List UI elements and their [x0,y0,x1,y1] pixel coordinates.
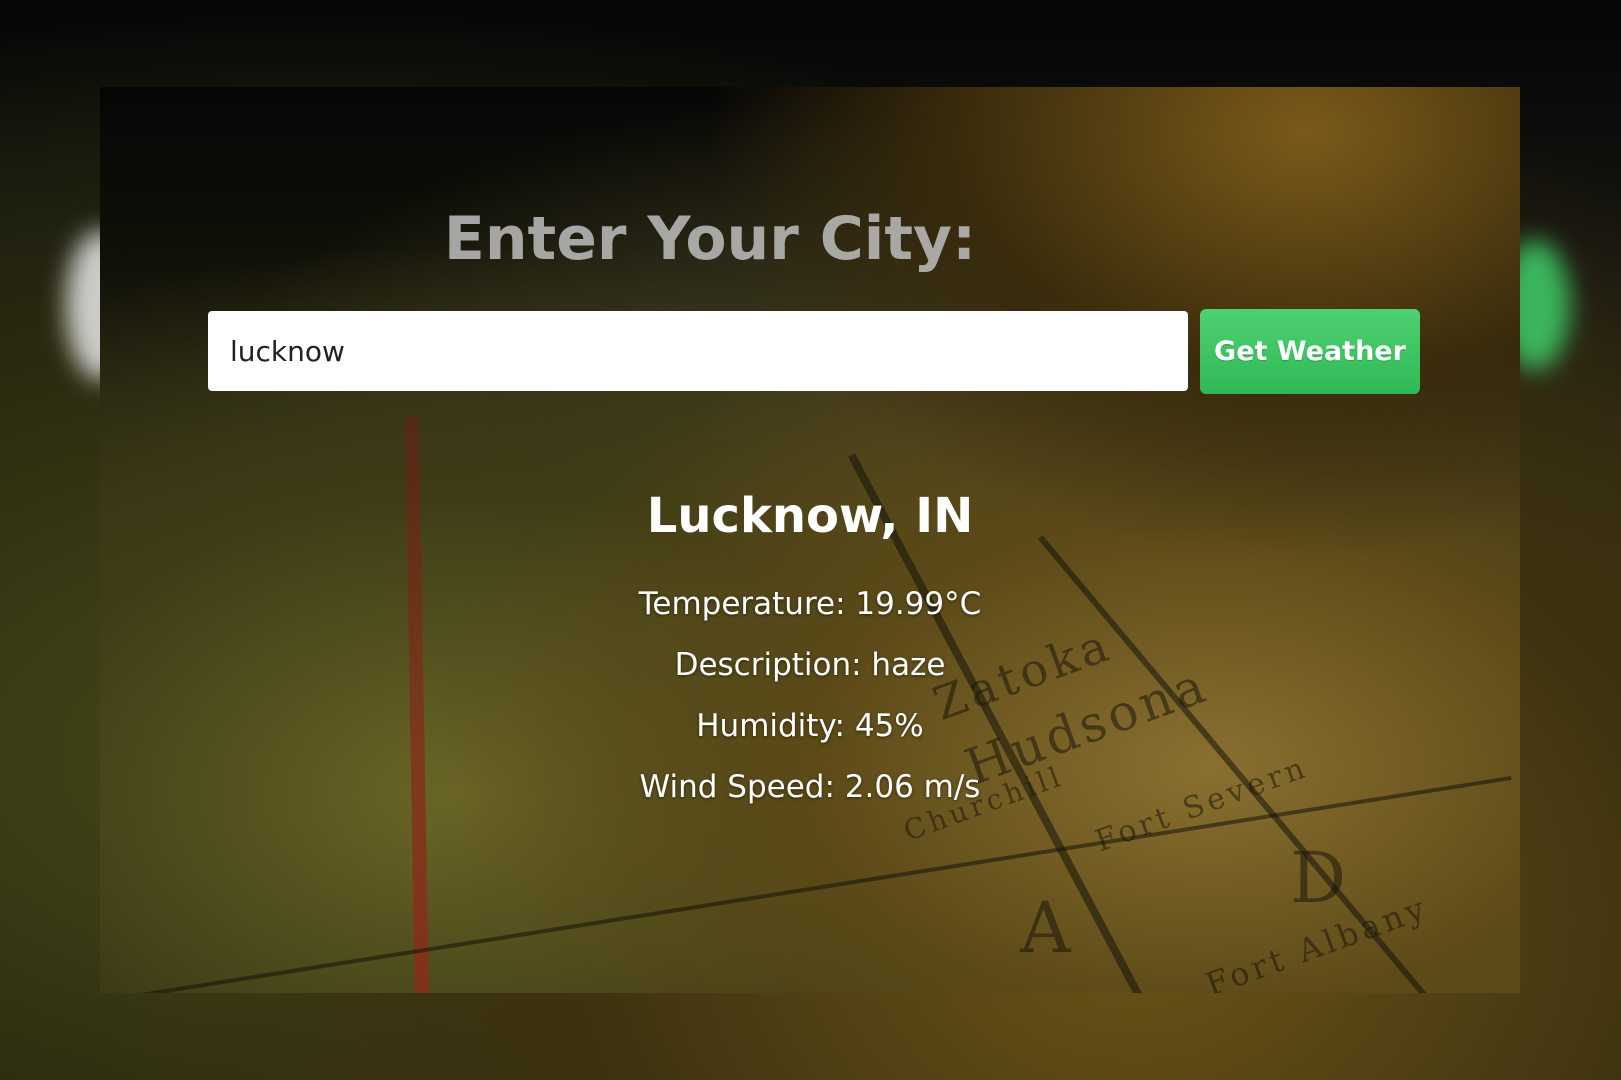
search-bar: Get Weather [208,309,1420,396]
temperature-text: Temperature: 19.99°C [638,586,982,622]
wind-speed-text: Wind Speed: 2.06 m/s [639,769,981,805]
city-input[interactable] [208,311,1188,391]
weather-result: Lucknow, IN Temperature: 19.99°C Descrip… [100,482,1520,818]
get-weather-button[interactable]: Get Weather [1200,309,1420,394]
city-name: Lucknow, IN [646,488,974,544]
humidity-text: Humidity: 45% [696,708,924,744]
page-backdrop: Zatoka Hudsona Fort Severn Churchill For… [0,0,1621,1080]
description-text: Description: haze [674,647,946,683]
weather-app-window: Zatoka Hudsona Fort Severn Churchill For… [100,87,1520,993]
page-title: Enter Your City: [443,204,977,274]
main-content: Enter Your City: Get Weather Lucknow, IN… [100,87,1520,993]
